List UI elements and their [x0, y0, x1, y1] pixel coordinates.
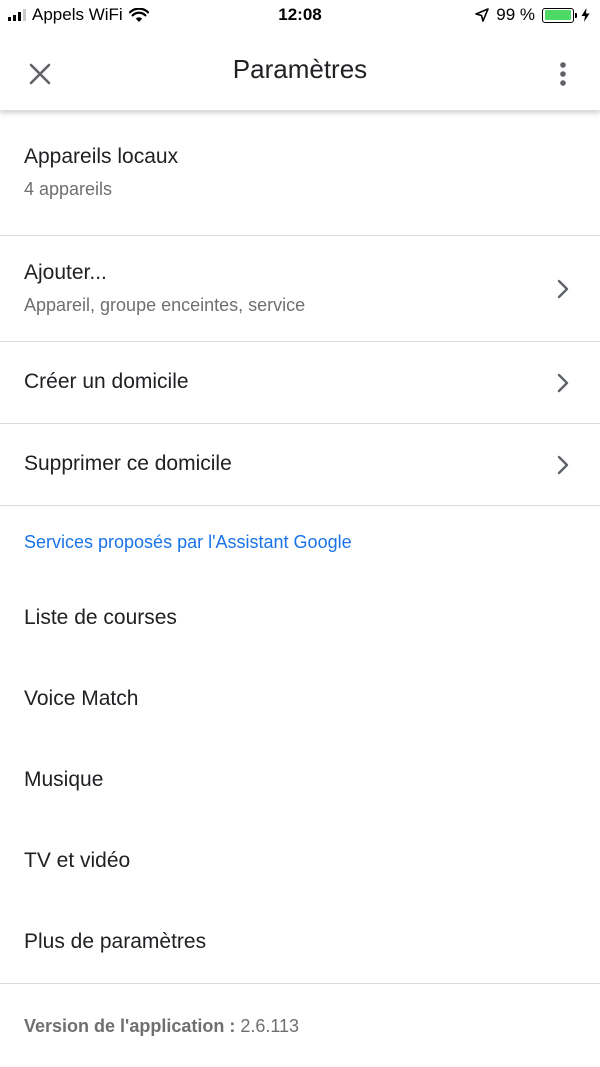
setting-item-title: Plus de paramètres: [24, 930, 207, 954]
app-bar: Paramètres: [0, 32, 600, 110]
setting-item-more-settings[interactable]: Plus de paramètres: [0, 902, 600, 984]
version-value: 2.6.113: [240, 1015, 300, 1036]
battery-icon: [542, 7, 577, 23]
page-title: Paramètres: [232, 54, 368, 84]
setting-item-add[interactable]: Ajouter... Appareil, groupe enceintes, s…: [0, 236, 600, 342]
setting-item-title: Appareils locaux: [24, 145, 179, 169]
setting-item-tv-video[interactable]: TV et vidéo: [0, 821, 600, 902]
setting-item-title: Supprimer ce domicile: [24, 452, 232, 476]
status-bar: Appels WiFi 12:08 99 %: [0, 0, 600, 32]
setting-item-title: Liste de courses: [24, 606, 177, 630]
battery-percent: 99 %: [496, 5, 535, 24]
setting-item-title: Créer un domicile: [24, 370, 189, 394]
setting-item-title: Ajouter...: [24, 261, 107, 285]
setting-item-title: Voice Match: [24, 687, 139, 711]
more-options-button[interactable]: [548, 54, 578, 94]
version-label: Version de l'application :: [24, 1015, 236, 1036]
status-right: 99 %: [475, 5, 590, 25]
setting-item-delete-home[interactable]: Supprimer ce domicile: [0, 424, 600, 506]
chevron-right-icon: [557, 455, 569, 474]
close-button[interactable]: [22, 56, 58, 92]
setting-item-local-devices[interactable]: Appareils locaux 4 appareils: [0, 110, 600, 236]
setting-item-subtitle: Appareil, groupe enceintes, service: [24, 295, 306, 316]
setting-item-create-home[interactable]: Créer un domicile: [0, 342, 600, 424]
setting-item-title: Musique: [24, 768, 104, 792]
setting-item-shopping-list[interactable]: Liste de courses: [0, 578, 600, 659]
setting-item-music[interactable]: Musique: [0, 740, 600, 821]
close-icon: [29, 63, 51, 85]
settings-list: Appareils locaux 4 appareils Ajouter... …: [0, 110, 600, 1067]
battery-level-fill: [544, 10, 572, 20]
setting-item-voice-match[interactable]: Voice Match: [0, 659, 600, 740]
app-version: Version de l'application : 2.6.113: [0, 984, 600, 1067]
chevron-right-icon: [557, 373, 569, 392]
setting-item-title: TV et vidéo: [24, 849, 131, 873]
more-vert-icon: [560, 62, 566, 86]
chevron-right-icon: [557, 279, 569, 298]
section-header-assistant: Services proposés par l'Assistant Google: [24, 531, 352, 552]
setting-item-subtitle: 4 appareils: [24, 179, 113, 200]
location-arrow-icon: [475, 8, 490, 22]
charging-bolt-icon: [581, 8, 590, 22]
